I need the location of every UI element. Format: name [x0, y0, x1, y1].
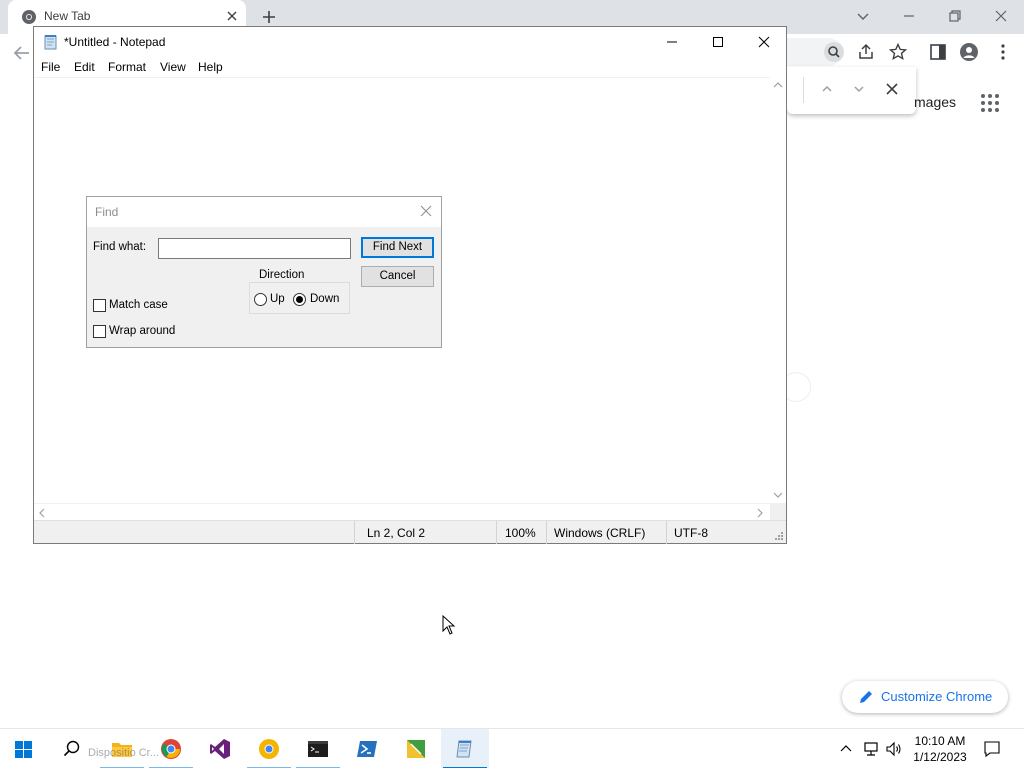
powershell-icon [357, 741, 377, 757]
tab-close-icon[interactable] [225, 9, 239, 23]
side-panel-icon[interactable] [928, 42, 948, 62]
taskbar-notepad[interactable] [441, 729, 489, 768]
back-arrow-icon[interactable] [12, 44, 32, 62]
show-hidden-icons-icon[interactable] [838, 741, 854, 757]
customize-chrome-button[interactable]: Customize Chrome [842, 681, 1008, 713]
direction-label: Direction [257, 269, 307, 281]
maximize-icon [713, 37, 723, 47]
find-close-icon[interactable] [883, 80, 901, 98]
menu-format[interactable]: Format [108, 60, 146, 74]
chrome-logo-icon [22, 10, 36, 24]
direction-up-label[interactable]: Up [270, 293, 285, 305]
resize-grip-icon[interactable] [774, 531, 784, 541]
horizontal-scrollbar[interactable] [34, 503, 770, 520]
direction-down-label[interactable]: Down [310, 293, 339, 305]
status-encoding-text: UTF-8 [674, 526, 708, 540]
bookmark-star-icon[interactable] [888, 42, 908, 62]
notepad-statusbar: Ln 2, Col 2 100% Windows (CRLF) UTF-8 [34, 520, 786, 544]
profile-avatar-icon[interactable] [959, 42, 979, 62]
notepad-close-button[interactable] [741, 27, 787, 57]
notepad-title: *Untitled - Notepad [64, 35, 166, 49]
find-what-input[interactable] [158, 238, 351, 259]
find-dialog-title: Find [95, 205, 119, 219]
notepad-menubar: File Edit Format View Help [34, 57, 786, 77]
match-case-checkbox[interactable] [93, 299, 106, 312]
more-menu-icon[interactable] [993, 42, 1013, 62]
taskbar-terminal[interactable] [294, 729, 342, 768]
scroll-right-arrow-icon[interactable] [756, 508, 764, 518]
status-line-ending: Windows (CRLF) [546, 521, 666, 544]
taskbar-visual-studio[interactable] [196, 729, 244, 768]
find-dialog: Find Find what: Find Next Cancel Directi… [86, 196, 442, 348]
minimize-icon [667, 41, 677, 43]
find-bar-divider [803, 77, 804, 103]
close-icon[interactable] [991, 6, 1011, 26]
status-zoom: 100% [496, 521, 546, 544]
taskbar-ghost-label: Dispositio Cr... [88, 747, 159, 759]
clock-date: 1/12/2023 [913, 750, 967, 764]
start-button[interactable] [0, 729, 48, 768]
taskbar-powershell[interactable] [343, 729, 391, 768]
taskbar-chrome-canary[interactable] [245, 729, 293, 768]
find-dialog-titlebar[interactable]: Find [87, 197, 441, 227]
find-previous-icon[interactable] [818, 80, 836, 98]
notepad-maximize-button[interactable] [695, 27, 741, 57]
scroll-down-arrow-icon[interactable] [773, 491, 783, 499]
pencil-icon [860, 691, 872, 703]
visual-studio-icon [210, 739, 230, 759]
minimize-icon[interactable] [899, 6, 919, 26]
volume-icon[interactable] [885, 740, 903, 758]
direction-down-radio[interactable] [293, 293, 306, 306]
status-position-text: Ln 2, Col 2 [367, 526, 426, 540]
search-icon [63, 740, 80, 757]
new-tab-icon[interactable] [259, 7, 279, 27]
wrap-around-label[interactable]: Wrap around [109, 325, 175, 337]
wrap-around-checkbox[interactable] [93, 325, 106, 338]
vertical-scrollbar[interactable] [770, 77, 786, 503]
taskbar-app[interactable] [392, 729, 440, 768]
notepad-icon [456, 740, 472, 758]
zoom-lens-icon[interactable] [824, 42, 844, 62]
customize-chrome-label: Customize Chrome [881, 689, 993, 704]
notepad-minimize-button[interactable] [649, 27, 695, 57]
status-position: Ln 2, Col 2 [354, 521, 496, 544]
chrome-find-bar [787, 67, 916, 114]
find-dialog-close-icon[interactable] [420, 205, 432, 217]
menu-help[interactable]: Help [198, 60, 223, 74]
scroll-up-arrow-icon[interactable] [773, 81, 783, 89]
menu-file[interactable]: File [41, 60, 60, 74]
menu-edit[interactable]: Edit [74, 60, 95, 74]
status-line-ending-text: Windows (CRLF) [554, 526, 646, 540]
direction-up-radio[interactable] [254, 293, 267, 306]
scroll-left-arrow-icon[interactable] [38, 508, 46, 518]
clock-time: 10:10 AM [914, 734, 966, 748]
chrome-icon [161, 739, 181, 759]
chrome-canary-icon [259, 739, 279, 759]
close-icon [758, 36, 770, 48]
notepad-app-icon [44, 35, 57, 50]
status-zoom-text: 100% [505, 526, 536, 540]
find-what-label: Find what: [93, 241, 147, 253]
app-icon [407, 740, 425, 758]
find-next-button[interactable]: Find Next [361, 237, 434, 258]
taskbar-clock[interactable]: 10:10 AM 1/12/2023 [908, 733, 972, 765]
network-icon[interactable] [862, 740, 880, 758]
google-apps-icon[interactable] [980, 93, 1000, 113]
notepad-titlebar[interactable]: *Untitled - Notepad [34, 27, 786, 57]
scrollbar-corner [770, 503, 786, 520]
images-link[interactable]: mages [914, 94, 956, 110]
share-icon[interactable] [856, 42, 876, 62]
notifications-icon[interactable] [983, 740, 1001, 758]
mouse-cursor-icon [442, 615, 456, 635]
restore-icon[interactable] [945, 6, 965, 26]
match-case-label[interactable]: Match case [109, 299, 168, 311]
tab-search-chevron-icon[interactable] [853, 6, 873, 26]
menu-view[interactable]: View [160, 60, 186, 74]
cancel-button[interactable]: Cancel [361, 266, 434, 287]
status-encoding: UTF-8 [666, 521, 786, 544]
find-next-icon[interactable] [850, 80, 868, 98]
chrome-tab-title: New Tab [44, 9, 91, 23]
terminal-icon [308, 741, 328, 757]
windows-logo-icon [15, 741, 32, 758]
